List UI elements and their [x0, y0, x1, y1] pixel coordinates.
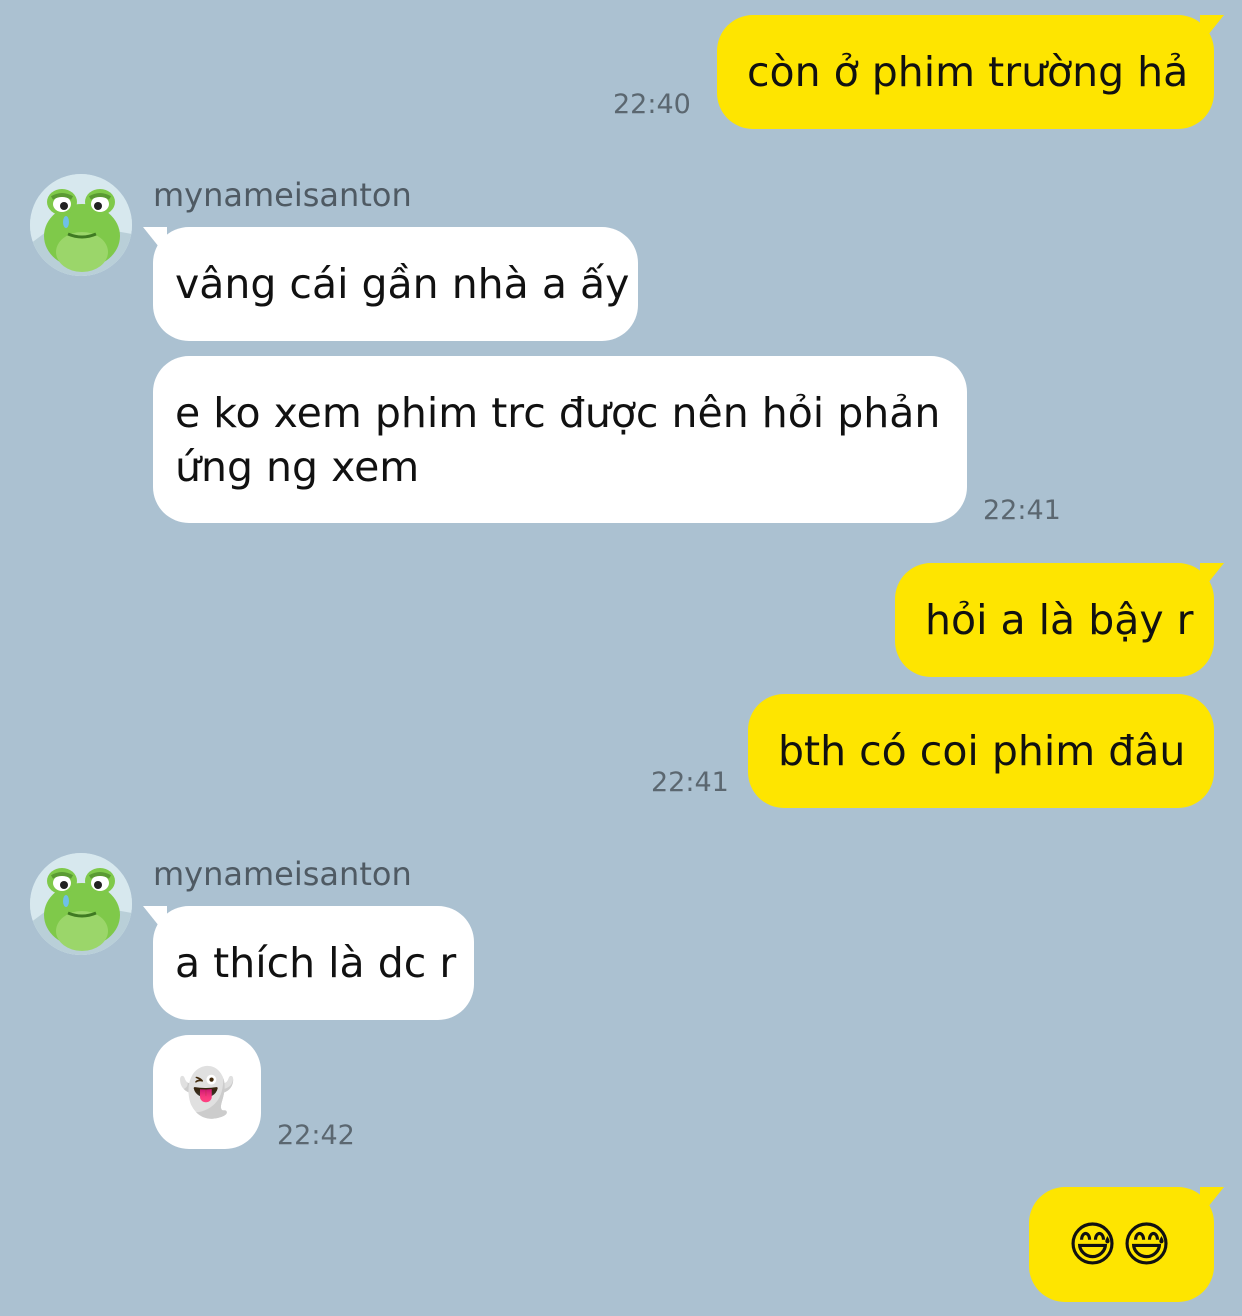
sender-name: mynameisanton: [153, 855, 412, 893]
message-time: 22:41: [983, 495, 1061, 526]
other-emoji-bubble[interactable]: 👻: [153, 1035, 261, 1149]
other-message-bubble[interactable]: e ko xem phim trc được nên hỏi phản ứng …: [153, 356, 967, 523]
message-text: bth có coi phim đâu: [778, 727, 1186, 775]
other-message-bubble[interactable]: vâng cái gần nhà a ấy: [153, 227, 638, 341]
message-time: 22:40: [613, 89, 691, 120]
my-message-bubble[interactable]: hỏi a là bậy r: [895, 563, 1214, 677]
message-text: còn ở phim trường hả: [747, 48, 1189, 96]
my-emoji-bubble[interactable]: 😅😅: [1029, 1187, 1214, 1302]
message-text-line-2: ứng ng xem: [175, 442, 420, 491]
chat-thread[interactable]: 22:40 còn ở phim trường hả mynameisanton…: [0, 0, 1242, 1316]
message-text: a thích là dc r: [175, 939, 457, 987]
frog-avatar-icon[interactable]: [30, 174, 132, 276]
message-time: 22:42: [277, 1120, 355, 1151]
message-text-line-1: e ko xem phim trc được nên hỏi phản: [175, 388, 941, 437]
my-message-bubble[interactable]: bth có coi phim đâu: [748, 694, 1214, 808]
ghost-emoji-icon: 👻: [178, 1065, 236, 1119]
sender-name: mynameisanton: [153, 176, 412, 214]
sweat-smile-emoji-icon: 😅😅: [1067, 1216, 1176, 1273]
my-message-bubble[interactable]: còn ở phim trường hả: [717, 15, 1214, 129]
message-time: 22:41: [651, 767, 729, 798]
frog-avatar-icon[interactable]: [30, 853, 132, 955]
other-message-bubble[interactable]: a thích là dc r: [153, 906, 474, 1020]
message-text: vâng cái gần nhà a ấy: [175, 260, 630, 308]
message-text: hỏi a là bậy r: [925, 596, 1194, 644]
